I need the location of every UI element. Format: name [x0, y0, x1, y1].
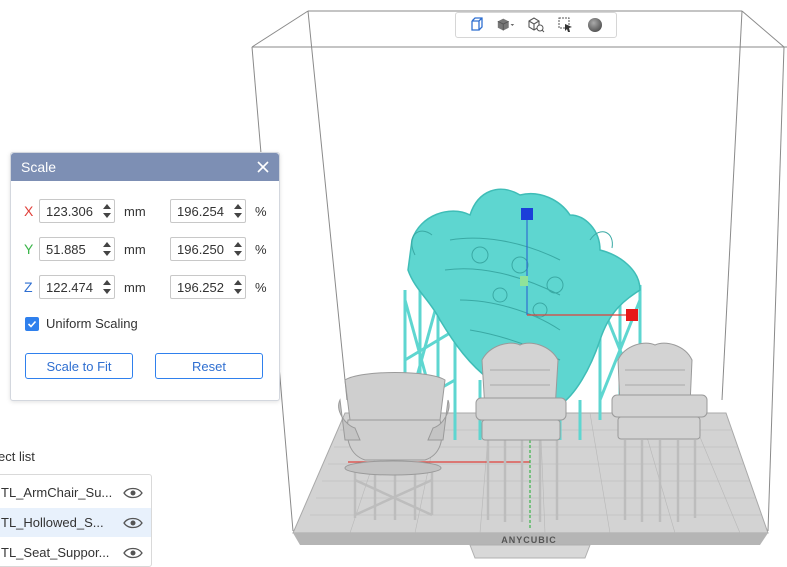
- view-toolbar: [455, 12, 617, 38]
- y-size-input[interactable]: 51.885: [39, 237, 115, 261]
- list-item[interactable]: TL_Hollowed_S...: [0, 508, 151, 537]
- z-size-input[interactable]: 122.474: [39, 275, 115, 299]
- x-percent-spinner[interactable]: [231, 200, 245, 222]
- spin-up-icon[interactable]: [234, 204, 242, 209]
- eye-icon[interactable]: [123, 546, 143, 560]
- x-axis-handle[interactable]: [626, 309, 638, 321]
- x-percent-unit: %: [255, 203, 267, 219]
- spin-up-icon[interactable]: [234, 280, 242, 285]
- spin-down-icon[interactable]: [103, 213, 111, 218]
- y-size-unit: mm: [124, 241, 146, 257]
- spin-up-icon[interactable]: [103, 280, 111, 285]
- reset-button[interactable]: Reset: [155, 353, 263, 379]
- cube-search-icon[interactable]: [526, 15, 546, 35]
- spin-down-icon[interactable]: [234, 213, 242, 218]
- spin-down-icon[interactable]: [103, 289, 111, 294]
- checkmark-icon: [27, 320, 37, 328]
- spin-down-icon[interactable]: [234, 251, 242, 256]
- y-size-spinner[interactable]: [100, 238, 114, 260]
- x-size-input[interactable]: 123.306: [39, 199, 115, 223]
- object-list-title: ect list: [0, 449, 35, 464]
- x-percent-input[interactable]: 196.254: [170, 199, 246, 223]
- y-percent-value: 196.250: [177, 241, 224, 257]
- z-size-spinner[interactable]: [100, 276, 114, 298]
- uniform-scaling-label[interactable]: Uniform Scaling: [46, 316, 138, 331]
- x-size-spinner[interactable]: [100, 200, 114, 222]
- scale-panel: Scale X 123.306 mm 196.254 % Y 51.885 mm…: [10, 152, 280, 401]
- select-cursor-icon[interactable]: [556, 15, 576, 35]
- object-name: TL_Hollowed_S...: [1, 515, 104, 530]
- sphere-icon[interactable]: [585, 15, 605, 35]
- z-size-unit: mm: [124, 279, 146, 295]
- object-name: TL_ArmChair_Su...: [1, 485, 113, 500]
- list-item[interactable]: TL_ArmChair_Su...: [0, 478, 151, 507]
- list-item[interactable]: TL_Seat_Suppor...: [0, 538, 151, 567]
- x-size-unit: mm: [124, 203, 146, 219]
- spin-down-icon[interactable]: [103, 251, 111, 256]
- z-percent-input[interactable]: 196.252: [170, 275, 246, 299]
- object-list: TL_ArmChair_Su... TL_Hollowed_S... TL_Se…: [0, 474, 152, 567]
- y-size-value: 51.885: [46, 241, 86, 257]
- uniform-scaling-checkbox[interactable]: [25, 317, 39, 331]
- eye-icon[interactable]: [123, 486, 143, 500]
- close-icon[interactable]: [253, 157, 273, 177]
- z-percent-unit: %: [255, 279, 267, 295]
- panel-title: Scale: [21, 159, 57, 175]
- z-size-value: 122.474: [46, 279, 93, 295]
- z-percent-spinner[interactable]: [231, 276, 245, 298]
- axis-label-x: X: [24, 203, 34, 219]
- axis-label-y: Y: [24, 241, 34, 257]
- brand-label: ANYCUBIC: [501, 535, 557, 545]
- axis-label-z: Z: [24, 279, 33, 295]
- spin-down-icon[interactable]: [234, 289, 242, 294]
- y-percent-spinner[interactable]: [231, 238, 245, 260]
- y-percent-unit: %: [255, 241, 267, 257]
- x-size-value: 123.306: [46, 203, 93, 219]
- perspective-cube-icon[interactable]: [467, 15, 487, 35]
- z-axis-handle[interactable]: [521, 208, 533, 220]
- y-axis-handle[interactable]: [520, 276, 528, 286]
- spin-up-icon[interactable]: [103, 242, 111, 247]
- armchair-model[interactable]: [338, 372, 450, 521]
- object-name: TL_Seat_Suppor...: [1, 545, 110, 560]
- eye-icon[interactable]: [123, 516, 143, 530]
- panel-header: Scale: [11, 153, 279, 181]
- solid-cube-dropdown-icon[interactable]: [496, 15, 516, 35]
- y-percent-input[interactable]: 196.250: [170, 237, 246, 261]
- spin-up-icon[interactable]: [234, 242, 242, 247]
- z-percent-value: 196.252: [177, 279, 224, 295]
- spin-up-icon[interactable]: [103, 204, 111, 209]
- x-percent-value: 196.254: [177, 203, 224, 219]
- scale-to-fit-button[interactable]: Scale to Fit: [25, 353, 133, 379]
